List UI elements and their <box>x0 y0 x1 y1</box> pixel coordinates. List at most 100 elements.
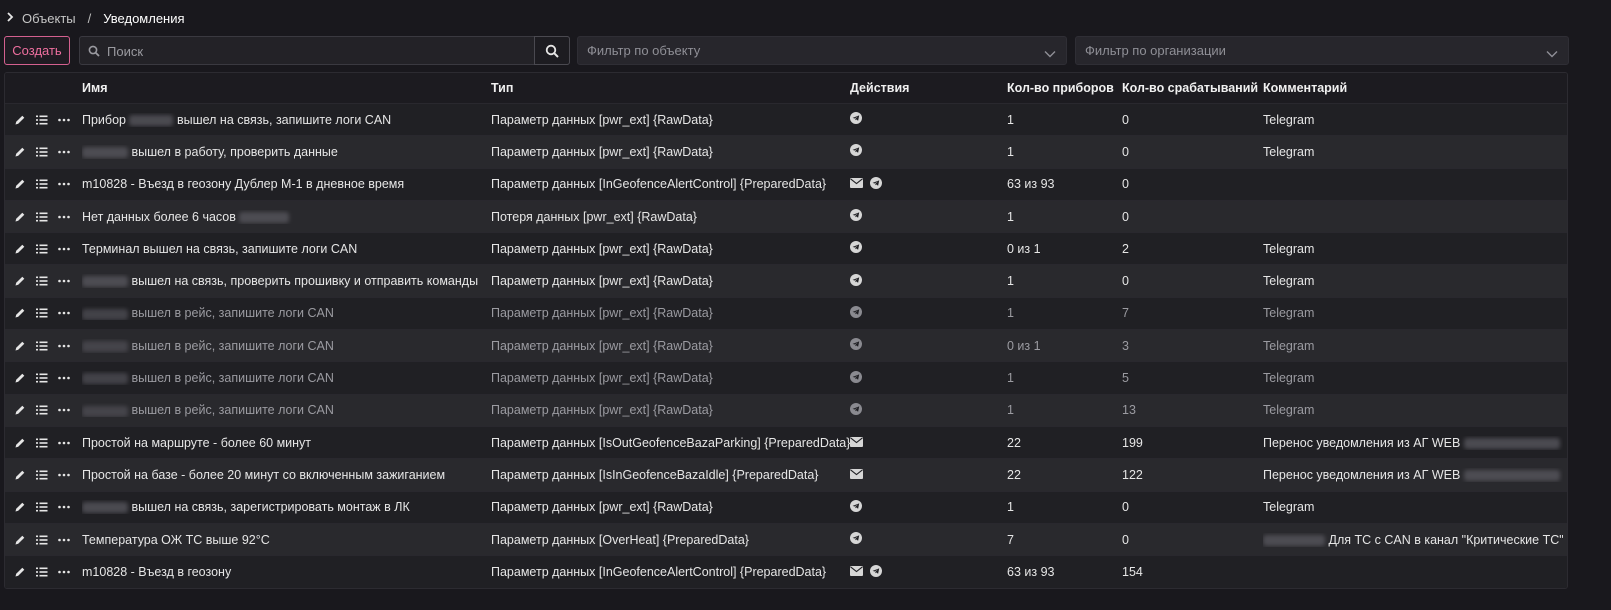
more-ellipsis-icon[interactable] <box>58 371 80 385</box>
more-ellipsis-icon[interactable] <box>58 533 80 547</box>
more-ellipsis-icon[interactable] <box>58 468 80 482</box>
more-ellipsis-icon[interactable] <box>58 145 80 159</box>
edit-pencil-icon[interactable] <box>14 274 36 288</box>
cell-name[interactable]: Нет данных более 6 часов <box>82 210 491 224</box>
list-icon[interactable] <box>36 274 58 288</box>
list-icon[interactable] <box>36 565 58 579</box>
column-header-devices[interactable]: Кол-во приборов <box>1007 81 1122 95</box>
table-row[interactable]: Нет данных более 6 часов Потеря данных [… <box>5 200 1567 234</box>
object-filter-select[interactable]: Фильтр по объекту <box>577 36 1067 65</box>
edit-pencil-icon[interactable] <box>14 306 36 320</box>
row-actions <box>5 306 82 320</box>
object-filter-placeholder: Фильтр по объекту <box>587 43 701 58</box>
search-input[interactable] <box>105 37 537 66</box>
more-ellipsis-icon[interactable] <box>58 177 80 191</box>
more-ellipsis-icon[interactable] <box>58 500 80 514</box>
more-ellipsis-icon[interactable] <box>58 274 80 288</box>
cell-name[interactable]: вышел в рейс, запишите логи CAN <box>82 371 491 385</box>
table-row[interactable]: Температура ОЖ ТС выше 92°C Параметр данн… <box>5 523 1567 557</box>
list-icon[interactable] <box>36 500 58 514</box>
name-text: Прибор <box>82 112 126 127</box>
list-icon[interactable] <box>36 113 58 127</box>
cell-comment: Telegram <box>1263 306 1563 320</box>
more-ellipsis-icon[interactable] <box>58 403 80 417</box>
list-icon[interactable] <box>36 468 58 482</box>
table-row[interactable]: m10828 - Въезд в геозону Параметр данных … <box>5 556 1567 589</box>
column-header-type[interactable]: Тип <box>491 81 850 95</box>
list-icon[interactable] <box>36 533 58 547</box>
name-text: вышел в рейс, запишите логи CAN <box>131 403 334 418</box>
edit-pencil-icon[interactable] <box>14 177 36 191</box>
edit-pencil-icon[interactable] <box>14 242 36 256</box>
column-header-actions[interactable]: Действия <box>850 81 1007 95</box>
cell-triggers: 122 <box>1122 467 1143 482</box>
more-ellipsis-icon[interactable] <box>58 436 80 450</box>
cell-name[interactable]: вышел на связь, зарегистрировать монтаж … <box>82 500 491 514</box>
organization-filter-select[interactable]: Фильтр по организации <box>1075 36 1569 65</box>
table-row[interactable]: вышел на связь, зарегистрировать монтаж … <box>5 491 1567 524</box>
cell-name[interactable]: m10828 - Въезд в геозону Дублер М-1 в дн… <box>82 177 491 191</box>
table-row[interactable]: Простой на маршруте - более 60 минут Пара… <box>5 426 1567 460</box>
edit-pencil-icon[interactable] <box>14 500 36 514</box>
create-button[interactable]: Создать <box>4 36 70 65</box>
table-row[interactable]: m10828 - Въезд в геозону Дублер М-1 в дн… <box>5 168 1567 201</box>
edit-pencil-icon[interactable] <box>14 339 36 353</box>
edit-pencil-icon[interactable] <box>14 468 36 482</box>
list-icon[interactable] <box>36 403 58 417</box>
cell-comment: Для ТС с CAN в канал "Критические ТС" <box>1263 533 1563 547</box>
column-header-name[interactable]: Имя <box>82 81 491 95</box>
cell-name[interactable]: Терминал вышел на связь, запишите логи C… <box>82 242 491 256</box>
cell-name[interactable]: вышел в работу, проверить данные <box>82 145 491 159</box>
table-row[interactable]: вышел в рейс, запишите логи CAN Параметр … <box>5 330 1567 363</box>
table-row[interactable]: Простой на базе - более 20 минут со вклю… <box>5 459 1567 492</box>
cell-name[interactable]: вышел в рейс, запишите логи CAN <box>82 403 491 417</box>
list-icon[interactable] <box>36 210 58 224</box>
column-header-triggers[interactable]: Кол-во срабатываний <box>1122 81 1263 95</box>
table-row[interactable]: Терминал вышел на связь, запишите логи C… <box>5 233 1567 266</box>
more-ellipsis-icon[interactable] <box>58 306 80 320</box>
more-ellipsis-icon[interactable] <box>58 242 80 256</box>
list-icon[interactable] <box>36 436 58 450</box>
breadcrumb-objects-link[interactable]: Объекты <box>22 11 76 26</box>
cell-name[interactable]: Прибор вышел на связь, запишите логи CAN <box>82 113 491 127</box>
more-ellipsis-icon[interactable] <box>58 113 80 127</box>
row-actions <box>5 403 82 417</box>
telegram-icon <box>850 112 862 127</box>
edit-pencil-icon[interactable] <box>14 113 36 127</box>
cell-name[interactable]: вышел в рейс, запишите логи CAN <box>82 306 491 320</box>
table-row[interactable]: вышел в рейс, запишите логи CAN Параметр … <box>5 297 1567 331</box>
table-row[interactable]: вышел в работу, проверить данные Параметр… <box>5 136 1567 169</box>
more-ellipsis-icon[interactable] <box>58 339 80 353</box>
table-row[interactable]: Прибор вышел на связь, запишите логи CAN… <box>5 104 1567 137</box>
edit-pencil-icon[interactable] <box>14 371 36 385</box>
name-text: Простой на маршруте - более 60 минут <box>82 435 312 450</box>
edit-pencil-icon[interactable] <box>14 210 36 224</box>
cell-name[interactable]: Температура ОЖ ТС выше 92°C <box>82 533 491 547</box>
list-icon[interactable] <box>36 145 58 159</box>
search-button[interactable] <box>534 36 570 65</box>
edit-pencil-icon[interactable] <box>14 436 36 450</box>
list-icon[interactable] <box>36 242 58 256</box>
table-row[interactable]: вышел в рейс, запишите логи CAN Параметр … <box>5 394 1567 427</box>
list-icon[interactable] <box>36 306 58 320</box>
cell-name[interactable]: вышел на связь, проверить прошивку и отп… <box>82 274 491 288</box>
list-icon[interactable] <box>36 339 58 353</box>
edit-pencil-icon[interactable] <box>14 565 36 579</box>
cell-name[interactable]: m10828 - Въезд в геозону <box>82 565 491 579</box>
cell-name[interactable]: вышел в рейс, запишите логи CAN <box>82 339 491 353</box>
more-ellipsis-icon[interactable] <box>58 565 80 579</box>
column-header-comment[interactable]: Комментарий <box>1263 81 1563 95</box>
chevron-right-icon[interactable] <box>6 11 14 25</box>
edit-pencil-icon[interactable] <box>14 145 36 159</box>
cell-name[interactable]: Простой на маршруте - более 60 минут <box>82 436 491 450</box>
edit-pencil-icon[interactable] <box>14 533 36 547</box>
list-icon[interactable] <box>36 371 58 385</box>
list-icon[interactable] <box>36 177 58 191</box>
cell-name[interactable]: Простой на базе - более 20 минут со вклю… <box>82 468 491 482</box>
more-ellipsis-icon[interactable] <box>58 210 80 224</box>
table-row[interactable]: вышел на связь, проверить прошивку и отп… <box>5 265 1567 298</box>
edit-pencil-icon[interactable] <box>14 403 36 417</box>
table-row[interactable]: вышел в рейс, запишите логи CAN Параметр … <box>5 362 1567 395</box>
breadcrumb-current: Уведомления <box>103 10 185 26</box>
name-text: m10828 - Въезд в геозону <box>82 565 232 580</box>
